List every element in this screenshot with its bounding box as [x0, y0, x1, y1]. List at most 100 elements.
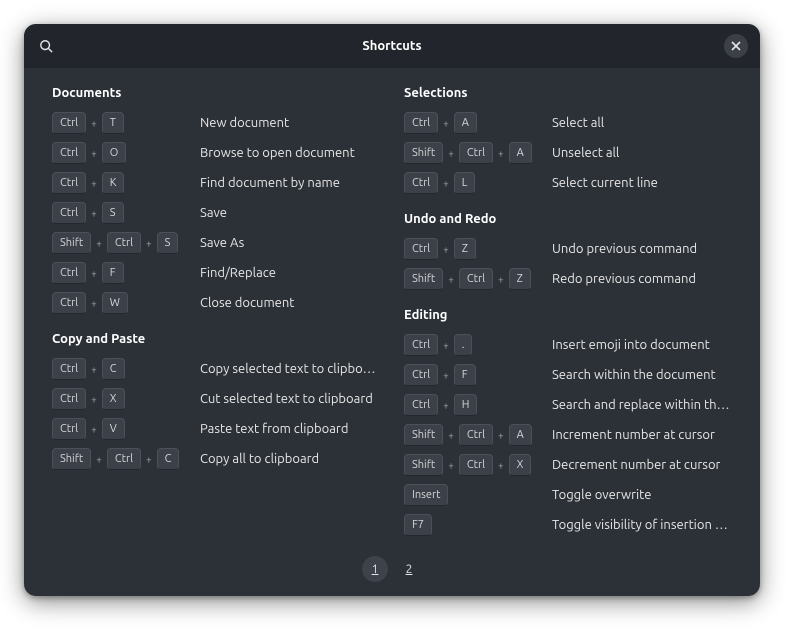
columns: Documents Ctrl + T New document Ctrl +: [52, 84, 732, 546]
keys: Ctrl + X: [52, 388, 190, 410]
keys: Ctrl + H: [404, 394, 542, 416]
shortcut-desc: Copy all to clipboard: [200, 452, 319, 466]
key: Ctrl: [52, 388, 86, 410]
plus-icon: +: [91, 208, 97, 219]
shortcut-desc: Select all: [552, 116, 604, 130]
key: Ctrl: [52, 202, 86, 224]
headerbar: Shortcuts: [24, 24, 760, 68]
plus-icon: +: [91, 178, 97, 189]
page-2-button[interactable]: 2: [396, 556, 422, 582]
plus-icon: +: [448, 274, 454, 285]
shortcut-desc: Decrement number at cursor: [552, 458, 720, 472]
plus-icon: +: [91, 118, 97, 129]
key: Ctrl: [404, 112, 438, 134]
key: O: [102, 142, 127, 164]
keys: Ctrl + A: [404, 112, 542, 134]
key: Ctrl: [52, 142, 86, 164]
key: Shift: [52, 448, 91, 470]
keys: F7: [404, 514, 542, 536]
shortcut-row: Ctrl + L Select current line: [404, 168, 732, 198]
shortcut-desc: Select current line: [552, 176, 658, 190]
keys: Shift + Ctrl + A: [404, 142, 542, 164]
key: Ctrl: [107, 232, 141, 254]
key: Z: [454, 238, 476, 260]
plus-icon: +: [91, 394, 97, 405]
shortcut-desc: Save As: [200, 236, 244, 250]
shortcut-desc: Toggle overwrite: [552, 488, 651, 502]
plus-icon: +: [448, 430, 454, 441]
key: Ctrl: [459, 142, 493, 164]
section-title: Editing: [404, 308, 732, 322]
shortcut-row: Ctrl + F Find/Replace: [52, 258, 380, 288]
plus-icon: +: [498, 460, 504, 471]
keys: Ctrl + O: [52, 142, 190, 164]
section-selections: Selections Ctrl + A Select all Shift +: [404, 86, 732, 198]
shortcut-desc: Browse to open document: [200, 146, 355, 160]
keys: Ctrl + L: [404, 172, 542, 194]
shortcut-row: Shift + Ctrl + Z Redo previous command: [404, 264, 732, 294]
search-button[interactable]: [32, 32, 60, 60]
key: Ctrl: [52, 172, 86, 194]
plus-icon: +: [498, 430, 504, 441]
key: T: [102, 112, 124, 134]
shortcut-desc: Insert emoji into document: [552, 338, 710, 352]
shortcut-row: Ctrl + Z Undo previous command: [404, 234, 732, 264]
plus-icon: +: [443, 178, 449, 189]
shortcut-desc: Save: [200, 206, 227, 220]
keys: Ctrl + C: [52, 358, 190, 380]
section-copy-paste: Copy and Paste Ctrl + C Copy selected te…: [52, 332, 380, 474]
plus-icon: +: [443, 118, 449, 129]
key: Ctrl: [107, 448, 141, 470]
shortcut-row: Ctrl + H Search and replace within the d…: [404, 390, 732, 420]
plus-icon: +: [96, 238, 102, 249]
keys: Shift + Ctrl + X: [404, 454, 542, 476]
plus-icon: +: [146, 454, 152, 465]
shortcut-desc: New document: [200, 116, 289, 130]
shortcut-desc: Undo previous command: [552, 242, 697, 256]
keys: Ctrl + F: [404, 364, 542, 386]
column-right: Selections Ctrl + A Select all Shift +: [404, 84, 732, 546]
shortcut-row: Ctrl + . Insert emoji into document: [404, 330, 732, 360]
key: Shift: [404, 424, 443, 446]
shortcut-desc: Find document by name: [200, 176, 340, 190]
shortcut-desc: Search within the document: [552, 368, 716, 382]
key: Ctrl: [52, 358, 86, 380]
key: F7: [404, 514, 432, 536]
shortcut-row: Ctrl + A Select all: [404, 108, 732, 138]
shortcut-row: Ctrl + F Search within the document: [404, 360, 732, 390]
plus-icon: +: [448, 148, 454, 159]
keys: Ctrl + W: [52, 292, 190, 314]
key: X: [102, 388, 125, 410]
plus-icon: +: [96, 454, 102, 465]
shortcut-row: Shift + Ctrl + S Save As: [52, 228, 380, 258]
shortcut-row: Ctrl + W Close document: [52, 288, 380, 318]
shortcut-desc: Increment number at cursor: [552, 428, 715, 442]
shortcut-row: Shift + Ctrl + A Unselect all: [404, 138, 732, 168]
key: A: [509, 142, 532, 164]
shortcut-row: Insert Toggle overwrite: [404, 480, 732, 510]
keys: Shift + Ctrl + Z: [404, 268, 542, 290]
section-title: Copy and Paste: [52, 332, 380, 346]
plus-icon: +: [448, 460, 454, 471]
content-area: Documents Ctrl + T New document Ctrl +: [24, 68, 760, 596]
key: Ctrl: [52, 292, 86, 314]
shortcut-desc: Close document: [200, 296, 294, 310]
key: Shift: [404, 454, 443, 476]
shortcut-row: Ctrl + O Browse to open document: [52, 138, 380, 168]
keys: Ctrl + V: [52, 418, 190, 440]
key: Ctrl: [52, 112, 86, 134]
key: C: [102, 358, 125, 380]
keys: Insert: [404, 484, 542, 506]
close-button[interactable]: [724, 34, 748, 58]
plus-icon: +: [146, 238, 152, 249]
key: F: [102, 262, 124, 284]
shortcut-row: Shift + Ctrl + C Copy all to clipboard: [52, 444, 380, 474]
page-1-button[interactable]: 1: [362, 556, 388, 582]
key: Shift: [52, 232, 91, 254]
keys: Ctrl + F: [52, 262, 190, 284]
key: Ctrl: [404, 172, 438, 194]
plus-icon: +: [498, 274, 504, 285]
keys: Ctrl + S: [52, 202, 190, 224]
key: Ctrl: [52, 262, 86, 284]
shortcuts-window: Shortcuts Documents Ctrl + T: [24, 24, 760, 596]
